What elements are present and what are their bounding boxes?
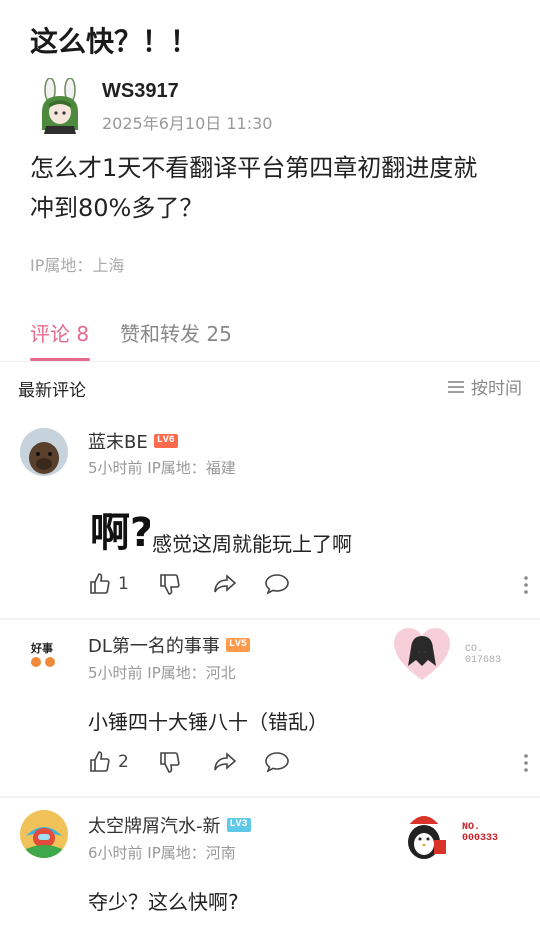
post-timestamp: 2025年6月10日 11:30: [102, 114, 273, 133]
share-icon: [214, 574, 237, 593]
post-ip-location: IP属地：上海: [30, 256, 125, 275]
comment-item: 太空牌屑汽水-新 LV3 6小时前 IP属地：河南 NO. 000333 夺少？…: [0, 802, 540, 928]
thumbs-down-icon: [160, 574, 180, 595]
sort-bar: 最新评论 按时间: [0, 362, 540, 412]
sort-toggle-button[interactable]: 按时间: [447, 374, 522, 399]
reply-button[interactable]: [264, 572, 290, 596]
tab-likes-reposts[interactable]: 赞和转发 25: [120, 318, 232, 347]
comment-text: 感觉这周就能玩上了啊: [152, 532, 352, 556]
tab-comments[interactable]: 评论 8: [30, 318, 89, 347]
author-avatar[interactable]: [36, 77, 84, 134]
sort-section-title: 最新评论: [18, 381, 86, 401]
sticker-text: 啊?: [90, 510, 150, 556]
avatar-text: 好事: [30, 641, 53, 655]
comment-divider: [0, 796, 540, 798]
like-count: 2: [118, 752, 129, 772]
thumbs-up-icon: [90, 573, 110, 594]
comment-item: 蓝末BE LV6 5小时前 IP属地：福建 啊? 感觉这周就能玩上了啊 1: [0, 420, 540, 620]
sort-toggle-label: 按时间: [471, 379, 522, 399]
comment-meta: 5小时前 IP属地：福建: [88, 459, 236, 477]
level-badge: LV6: [153, 434, 178, 448]
vertical-dots-icon: [524, 754, 528, 772]
comment-bubble-icon: [265, 574, 289, 595]
sort-lines-icon: [448, 380, 464, 393]
vertical-dots-icon: [524, 576, 528, 594]
like-button[interactable]: 2: [88, 750, 129, 774]
post-body: 怎么才1天不看翻译平台第四章初翻进度就冲到80%多了？: [30, 154, 478, 222]
author-name[interactable]: WS3917: [102, 80, 179, 103]
commenter-avatar[interactable]: [20, 428, 68, 476]
dislike-button[interactable]: [158, 572, 182, 596]
comment-bubble-icon: [265, 752, 289, 773]
commenter-name[interactable]: DL第一名的事事: [88, 632, 220, 658]
reply-button[interactable]: [264, 750, 290, 774]
comment-text: 小锤四十大锤八十（错乱）: [88, 710, 328, 734]
share-icon: [214, 752, 237, 771]
like-count: 1: [118, 574, 129, 594]
comment-meta: 5小时前 IP属地：河北: [88, 664, 236, 682]
level-badge: LV5: [225, 638, 250, 652]
share-button[interactable]: [212, 572, 238, 596]
comment-divider: [0, 618, 540, 620]
level-badge: LV3: [226, 818, 251, 832]
commenter-name[interactable]: 太空牌屑汽水-新: [88, 812, 221, 838]
comment-item: 好事 DL第一名的事事 LV5 5小时前 IP属地：河北 CO. 017683 …: [0, 624, 540, 798]
decoration-code: CO. 017683: [465, 644, 502, 666]
thumbs-up-icon: [90, 751, 110, 772]
thumbs-down-icon: [160, 752, 180, 773]
post-title: 这么快？！！: [30, 25, 199, 58]
decoration-code: NO. 000333: [462, 822, 499, 844]
dislike-button[interactable]: [158, 750, 182, 774]
question-sticker: 啊?: [88, 500, 153, 556]
decoration-badge: [392, 626, 452, 682]
more-options-button[interactable]: [524, 754, 528, 776]
commenter-name[interactable]: 蓝末BE: [88, 428, 148, 454]
share-button[interactable]: [212, 750, 238, 774]
commenter-avatar[interactable]: 好事: [20, 630, 68, 678]
comment-tabs: 评论 8 赞和转发 25: [0, 300, 540, 362]
comment-text: 夺少？这么快啊?: [88, 890, 239, 914]
like-button[interactable]: 1: [88, 572, 129, 596]
more-options-button[interactable]: [524, 576, 528, 598]
comment-meta: 6小时前 IP属地：河南: [88, 844, 236, 862]
active-tab-indicator: [30, 358, 90, 361]
decoration-badge: [398, 806, 450, 864]
commenter-avatar[interactable]: [20, 810, 68, 858]
